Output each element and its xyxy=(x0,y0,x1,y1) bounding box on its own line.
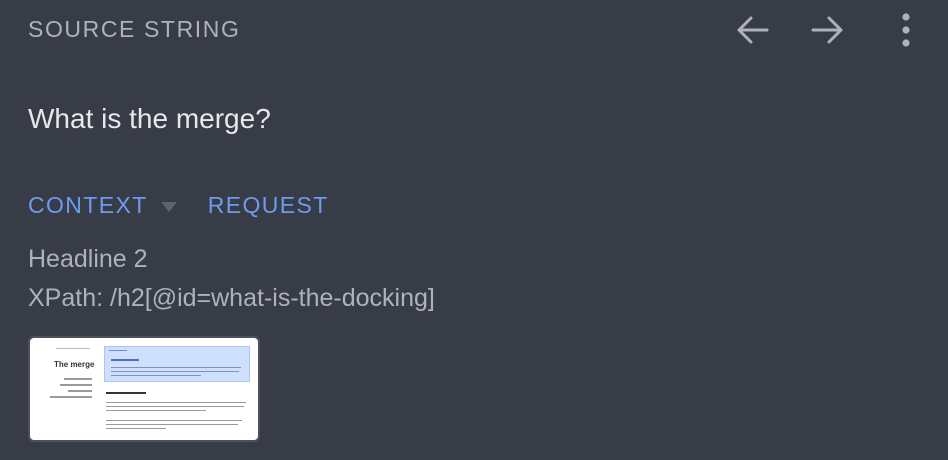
thumbnail-line xyxy=(106,424,238,425)
thumbnail-line xyxy=(64,378,92,380)
previous-string-button[interactable] xyxy=(730,8,774,52)
context-element-type: Headline 2 xyxy=(28,245,148,273)
thumbnail-line xyxy=(111,367,241,368)
caret-down-icon xyxy=(160,192,178,219)
arrow-left-icon xyxy=(735,15,769,45)
thumbnail-line xyxy=(68,390,92,392)
arrow-right-icon xyxy=(811,15,845,45)
tab-context-label: CONTEXT xyxy=(28,192,148,218)
thumbnail-line xyxy=(106,428,166,429)
context-tabs: CONTEXT REQUEST xyxy=(28,192,329,219)
thumbnail-line xyxy=(50,396,92,398)
more-vertical-icon xyxy=(901,13,911,47)
more-options-button[interactable] xyxy=(884,8,928,52)
tab-context[interactable]: CONTEXT xyxy=(28,192,208,219)
toolbar xyxy=(730,8,928,52)
context-xpath: XPath: /h2[@id=what-is-the-docking] xyxy=(28,284,435,312)
thumbnail-page-title: The merge xyxy=(54,360,95,369)
thumbnail-line xyxy=(56,348,90,349)
source-string-text: What is the merge? xyxy=(28,103,271,134)
thumbnail-sidebar: The merge xyxy=(34,342,96,436)
next-string-button[interactable] xyxy=(806,8,850,52)
thumbnail-line xyxy=(106,410,206,411)
thumbnail-line xyxy=(111,375,201,376)
thumbnail-line xyxy=(60,384,92,386)
thumbnail-line xyxy=(106,420,242,421)
screenshot-thumbnail[interactable]: The merge xyxy=(28,336,260,442)
thumbnail-line xyxy=(111,371,239,372)
thumbnail-line xyxy=(106,402,246,403)
thumbnail-section-heading xyxy=(106,392,146,394)
source-string-panel: SOURCE STRING What is the merge? CONTEXT… xyxy=(0,0,948,460)
thumbnail-line xyxy=(109,350,127,351)
thumbnail-line xyxy=(106,406,244,407)
tab-request-label: REQUEST xyxy=(207,192,329,218)
thumbnail-page: The merge xyxy=(34,342,254,436)
panel-heading: SOURCE STRING xyxy=(28,16,241,42)
thumbnail-line xyxy=(111,359,139,361)
tab-request[interactable]: REQUEST xyxy=(208,192,329,219)
thumbnail-banner xyxy=(104,346,250,382)
